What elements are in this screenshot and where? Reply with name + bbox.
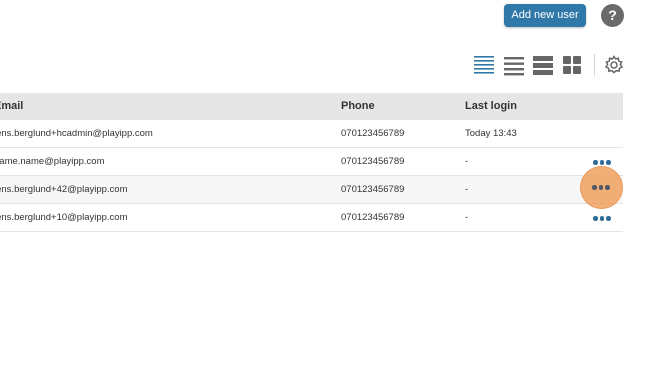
column-header-email[interactable]: Email xyxy=(0,93,23,120)
phone-cell: 070123456789 xyxy=(341,184,405,195)
click-highlight[interactable] xyxy=(580,166,623,209)
last-login-cell: Today 13:43 xyxy=(465,128,517,139)
list-large-icon[interactable] xyxy=(532,54,554,76)
column-header-phone[interactable]: Phone xyxy=(341,93,375,120)
table-row[interactable]: jens.berglund+10@playipp.com 07012345678… xyxy=(0,204,623,232)
table-row[interactable]: jens.berglund+42@playipp.com 07012345678… xyxy=(0,176,623,204)
column-header-last-login[interactable]: Last login xyxy=(465,93,517,120)
more-dots-icon[interactable] xyxy=(591,183,611,191)
table-header: Email Phone Last login xyxy=(0,93,623,120)
grid-icon[interactable] xyxy=(561,54,583,76)
last-login-cell: - xyxy=(465,156,469,167)
email-cell: jens.berglund+42@playipp.com xyxy=(0,184,128,195)
phone-cell: 070123456789 xyxy=(341,156,405,167)
toolbar-divider xyxy=(594,54,595,76)
add-new-user-button[interactable]: Add new user xyxy=(504,4,586,27)
email-cell: jens.berglund+hcadmin@playipp.com xyxy=(0,128,153,139)
help-button[interactable]: ? xyxy=(601,4,624,27)
email-cell: name.name@playipp.com xyxy=(0,156,105,167)
table-row[interactable]: jens.berglund+hcadmin@playipp.com 070123… xyxy=(0,120,623,148)
list-compact-icon[interactable] xyxy=(473,54,495,76)
more-dots-icon[interactable] xyxy=(592,214,612,222)
last-login-cell: - xyxy=(465,212,469,223)
phone-cell: 070123456789 xyxy=(341,128,405,139)
table-row[interactable]: name.name@playipp.com 070123456789 - xyxy=(0,148,623,176)
more-dots-icon[interactable] xyxy=(592,158,612,166)
email-cell: jens.berglund+10@playipp.com xyxy=(0,212,128,223)
users-table: Email Phone Last login jens.berglund+hca… xyxy=(0,93,623,232)
list-medium-icon[interactable] xyxy=(503,54,525,76)
phone-cell: 070123456789 xyxy=(341,212,405,223)
gear-icon[interactable] xyxy=(603,54,625,76)
last-login-cell: - xyxy=(465,184,469,195)
